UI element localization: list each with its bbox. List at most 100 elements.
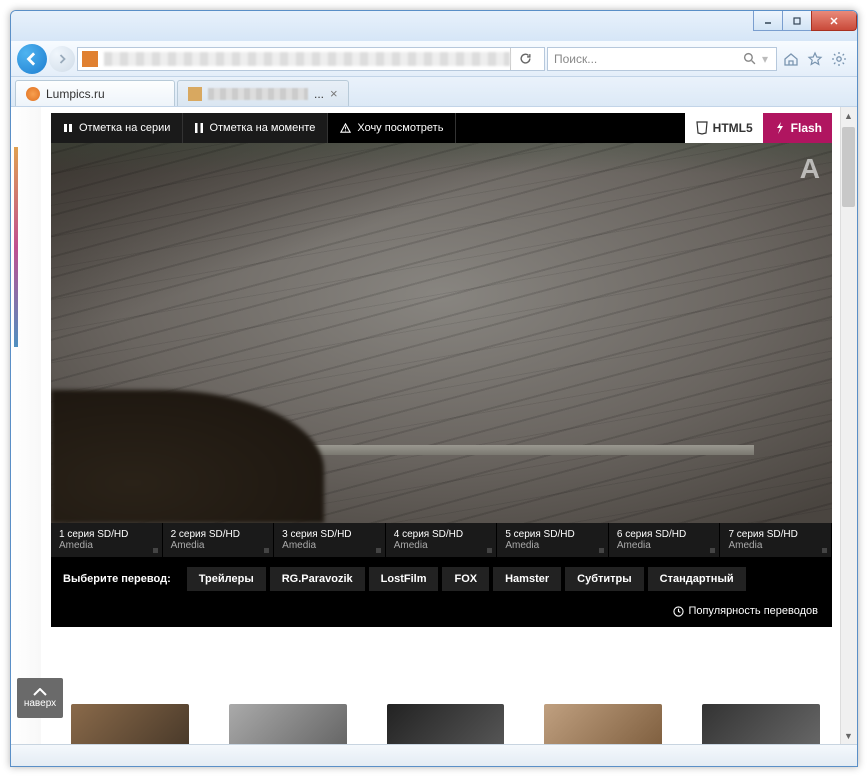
translation-label: Выберите перевод: xyxy=(63,573,171,585)
search-placeholder: Поиск... xyxy=(554,52,743,66)
bookmark-icon xyxy=(63,123,73,133)
search-icon xyxy=(743,52,756,65)
mark-moment-tab[interactable]: Отметка на моменте xyxy=(183,113,328,143)
html5-icon xyxy=(695,121,709,135)
episode-title: 6 серия SD/HD xyxy=(617,529,712,540)
forward-button[interactable] xyxy=(49,46,75,72)
badge-label: HTML5 xyxy=(713,121,753,135)
watch-later-tab[interactable]: Хочу посмотреть xyxy=(328,113,456,143)
player-top-bar: Отметка на серии Отметка на моменте Хочу… xyxy=(51,113,832,143)
clock-icon xyxy=(673,606,684,617)
thumbnail[interactable] xyxy=(544,704,662,744)
minimize-button[interactable] xyxy=(753,11,783,31)
episode-item[interactable]: 2 серия SD/HDAmedia xyxy=(163,523,275,557)
thumbnail[interactable] xyxy=(229,704,347,744)
site-favicon-icon xyxy=(82,51,98,67)
episode-list: 1 серия SD/HDAmedia 2 серия SD/HDAmedia … xyxy=(51,523,832,557)
content-viewport: Отметка на серии Отметка на моменте Хочу… xyxy=(11,107,857,744)
episode-marker-icon xyxy=(376,548,381,553)
translation-option[interactable]: Субтитры xyxy=(565,567,644,591)
chevron-up-icon xyxy=(33,688,47,696)
tab-title-blurred xyxy=(208,88,308,100)
video-player-block: Отметка на серии Отметка на моменте Хочу… xyxy=(51,113,832,627)
translation-option[interactable]: Hamster xyxy=(493,567,561,591)
translation-bar: Выберите перевод: Трейлеры RG.Paravozik … xyxy=(51,557,832,601)
episode-title: 4 серия SD/HD xyxy=(394,529,489,540)
scroll-thumb[interactable] xyxy=(842,127,855,207)
thumbnail[interactable] xyxy=(71,704,189,744)
search-dropdown-icon[interactable]: ▾ xyxy=(756,52,770,66)
episode-source: Amedia xyxy=(394,540,489,551)
vertical-scrollbar[interactable]: ▲ ▼ xyxy=(840,107,857,744)
popularity-label: Популярность переводов xyxy=(688,605,818,617)
scroll-up-icon[interactable]: ▲ xyxy=(840,107,857,124)
episode-item[interactable]: 7 серия SD/HDAmedia xyxy=(720,523,832,557)
maximize-button[interactable] xyxy=(782,11,812,31)
episode-title: 3 серия SD/HD xyxy=(282,529,377,540)
thumbnail-row xyxy=(71,704,820,744)
translation-option[interactable]: FOX xyxy=(442,567,489,591)
episode-item[interactable]: 6 серия SD/HDAmedia xyxy=(609,523,721,557)
scroll-down-icon[interactable]: ▼ xyxy=(840,727,857,744)
home-icon[interactable] xyxy=(783,51,799,67)
back-to-top-button[interactable]: наверх xyxy=(17,678,63,718)
tab-secondary[interactable]: ... × xyxy=(177,80,349,106)
episode-title: 5 серия SD/HD xyxy=(505,529,600,540)
translation-popularity[interactable]: Популярность переводов xyxy=(51,601,832,627)
episode-item[interactable]: 4 серия SD/HDAmedia xyxy=(386,523,498,557)
search-box[interactable]: Поиск... ▾ xyxy=(547,47,777,71)
browser-window: Поиск... ▾ Lumpics.ru ... × xyxy=(10,10,858,767)
badge-label: Flash xyxy=(791,121,822,135)
address-url xyxy=(104,52,510,66)
episode-marker-icon xyxy=(710,548,715,553)
video-water xyxy=(285,445,754,455)
episode-source: Amedia xyxy=(505,540,600,551)
html5-badge[interactable]: HTML5 xyxy=(685,113,763,143)
status-bar xyxy=(11,744,857,766)
episode-item[interactable]: 1 серия SD/HDAmedia xyxy=(51,523,163,557)
window-titlebar xyxy=(11,11,857,41)
settings-icon[interactable] xyxy=(831,51,847,67)
tab-close-icon[interactable]: × xyxy=(330,86,338,101)
pause-icon xyxy=(195,123,203,133)
favicon-icon xyxy=(188,87,202,101)
page-content: Отметка на серии Отметка на моменте Хочу… xyxy=(11,107,840,744)
episode-item[interactable]: 5 серия SD/HDAmedia xyxy=(497,523,609,557)
refresh-button[interactable] xyxy=(510,48,540,70)
episode-source: Amedia xyxy=(59,540,154,551)
mark-series-tab[interactable]: Отметка на серии xyxy=(51,113,183,143)
translation-option[interactable]: RG.Paravozik xyxy=(270,567,365,591)
translation-option[interactable]: LostFilm xyxy=(369,567,439,591)
sidebar-edge xyxy=(11,107,41,744)
warning-icon xyxy=(340,123,351,134)
channel-watermark: A xyxy=(800,153,818,185)
back-button[interactable] xyxy=(17,44,47,74)
flash-badge[interactable]: Flash xyxy=(763,113,832,143)
address-bar[interactable] xyxy=(77,47,545,71)
episode-source: Amedia xyxy=(282,540,377,551)
tab-title-suffix: ... xyxy=(314,87,324,101)
episode-marker-icon xyxy=(153,548,158,553)
episode-marker-icon xyxy=(487,548,492,553)
thumbnail[interactable] xyxy=(387,704,505,744)
browser-tools xyxy=(779,51,851,67)
episode-marker-icon xyxy=(599,548,604,553)
episode-source: Amedia xyxy=(171,540,266,551)
episode-marker-icon xyxy=(264,548,269,553)
close-button[interactable] xyxy=(811,11,857,31)
episode-item[interactable]: 3 серия SD/HDAmedia xyxy=(274,523,386,557)
thumbnail[interactable] xyxy=(702,704,820,744)
tab-lumpics[interactable]: Lumpics.ru xyxy=(15,80,175,106)
tab-label: Отметка на серии xyxy=(79,122,170,134)
tab-title: Lumpics.ru xyxy=(46,87,164,101)
translation-option[interactable]: Стандартный xyxy=(648,567,746,591)
back-to-top-label: наверх xyxy=(24,698,56,709)
episode-title: 1 серия SD/HD xyxy=(59,529,154,540)
favorites-icon[interactable] xyxy=(807,51,823,67)
episode-source: Amedia xyxy=(728,540,823,551)
translation-option[interactable]: Трейлеры xyxy=(187,567,266,591)
tab-label: Хочу посмотреть xyxy=(357,122,443,134)
window-controls xyxy=(754,11,857,31)
tab-strip: Lumpics.ru ... × xyxy=(11,77,857,107)
video-frame[interactable]: A xyxy=(51,143,832,523)
